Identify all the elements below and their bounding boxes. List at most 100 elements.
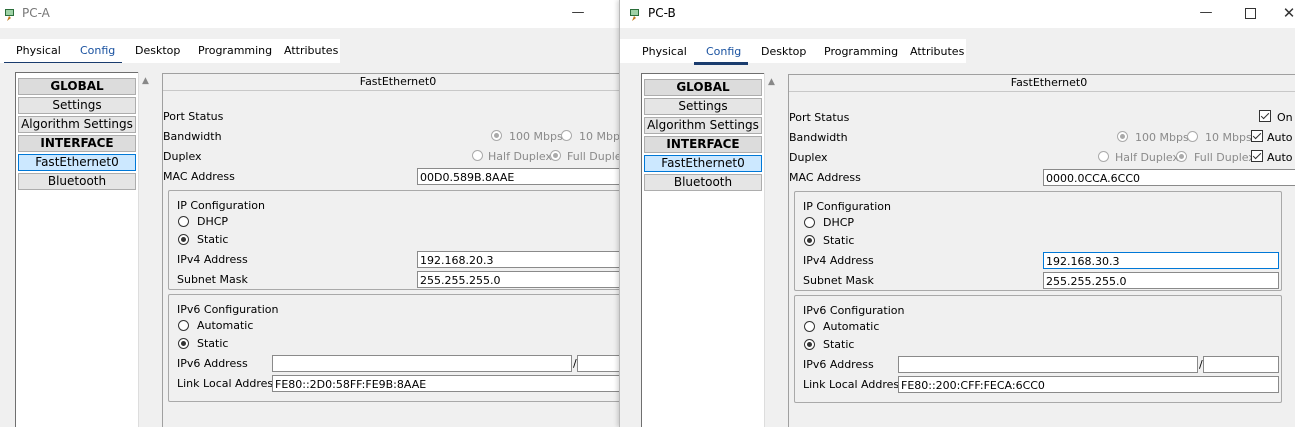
- mac-address-label: MAC Address: [163, 170, 235, 183]
- sidebar: GLOBAL Settings Algorithm Settings INTER…: [641, 73, 765, 427]
- title-bar: PC-B — ✕: [620, 0, 1295, 28]
- subnet-mask-label: Subnet Mask: [803, 274, 874, 287]
- bandwidth-100-radio[interactable]: [1117, 131, 1128, 142]
- ipv4-address-field[interactable]: 192.168.20.3: [417, 251, 619, 268]
- subnet-mask-field[interactable]: 255.255.255.0: [417, 271, 619, 288]
- minimize-button[interactable]: —: [555, 0, 601, 28]
- tab-programming[interactable]: Programming: [818, 40, 904, 64]
- dhcp-radio[interactable]: [178, 216, 189, 227]
- ipv6-static-radio[interactable]: [804, 339, 815, 350]
- tab-programming[interactable]: Programming: [192, 39, 278, 63]
- bandwidth-label: Bandwidth: [163, 130, 222, 143]
- full-duplex-radio[interactable]: [1176, 151, 1187, 162]
- tab-desktop[interactable]: Desktop: [755, 40, 812, 64]
- static-label: Static: [197, 233, 229, 246]
- title-bar: PC-A —: [0, 0, 619, 28]
- dhcp-label: DHCP: [823, 216, 855, 229]
- ipv6-address-field[interactable]: [272, 355, 572, 372]
- half-duplex-label: Half Duplex: [1115, 151, 1180, 164]
- packet-tracer-icon: [630, 9, 639, 21]
- ip-configuration-heading: IP Configuration: [177, 199, 265, 212]
- ipv6-prefix-field[interactable]: [1203, 356, 1279, 373]
- close-button[interactable]: ✕: [1274, 0, 1295, 28]
- tab-attributes[interactable]: Attributes: [904, 40, 970, 64]
- pc-a-window: PC-A — Physical Config Desktop Programmi…: [0, 0, 619, 427]
- bandwidth-10-label: 10 Mbps: [579, 130, 619, 143]
- ipv6-configuration-group: IPv6 Configuration Automatic Static IPv6…: [794, 295, 1282, 403]
- bandwidth-10-label: 10 Mbps: [1205, 131, 1252, 144]
- link-local-address-field[interactable]: FE80::200:CFF:FECA:6CC0: [898, 376, 1279, 393]
- ipv6-address-field[interactable]: [898, 356, 1198, 373]
- duplex-label: Duplex: [789, 151, 828, 164]
- duplex-auto-label: Auto: [1267, 151, 1293, 164]
- full-duplex-radio[interactable]: [550, 150, 561, 161]
- ipv4-address-label: IPv4 Address: [803, 254, 874, 267]
- half-duplex-label: Half Duplex: [488, 150, 553, 163]
- ipv4-address-field[interactable]: 192.168.30.3: [1043, 252, 1279, 269]
- active-tab-underline: [694, 62, 748, 65]
- sidebar-scrollbar[interactable]: ▲: [764, 73, 781, 427]
- ipv6-automatic-radio[interactable]: [178, 320, 189, 331]
- ipv6-configuration-heading: IPv6 Configuration: [177, 303, 279, 316]
- dhcp-label: DHCP: [197, 215, 229, 228]
- sidebar-item-fastethernet0[interactable]: FastEthernet0: [644, 155, 762, 172]
- bandwidth-10-radio[interactable]: [561, 130, 572, 141]
- sidebar-header-interface: INTERFACE: [18, 135, 136, 152]
- tab-config[interactable]: Config: [700, 40, 747, 64]
- active-tab-underline: [4, 62, 122, 63]
- sidebar-item-fastethernet0[interactable]: FastEthernet0: [18, 154, 136, 171]
- tab-physical[interactable]: Physical: [636, 40, 693, 64]
- scroll-up-arrow-icon[interactable]: ▲: [768, 77, 775, 87]
- bandwidth-auto-label: Auto: [1267, 131, 1293, 144]
- scroll-up-arrow-icon[interactable]: ▲: [142, 76, 149, 86]
- ipv6-configuration-heading: IPv6 Configuration: [803, 304, 905, 317]
- bandwidth-auto-checkbox[interactable]: [1251, 130, 1263, 142]
- bandwidth-10-radio[interactable]: [1187, 131, 1198, 142]
- subnet-mask-field[interactable]: 255.255.255.0: [1043, 272, 1279, 289]
- static-radio[interactable]: [178, 234, 189, 245]
- tab-config[interactable]: Config: [74, 39, 121, 63]
- bandwidth-100-radio[interactable]: [491, 130, 502, 141]
- mac-address-label: MAC Address: [789, 171, 861, 184]
- tab-attributes[interactable]: Attributes: [278, 39, 344, 63]
- dhcp-radio[interactable]: [804, 217, 815, 228]
- tab-config-label: Config: [80, 44, 116, 57]
- subnet-mask-label: Subnet Mask: [177, 273, 248, 286]
- link-local-address-field[interactable]: FE80::2D0:58FF:FE9B:8AAE: [272, 375, 619, 392]
- ipv6-automatic-radio[interactable]: [804, 321, 815, 332]
- sidebar-scrollbar[interactable]: ▲: [138, 72, 155, 427]
- sidebar-item-algorithm-settings[interactable]: Algorithm Settings: [18, 116, 136, 133]
- half-duplex-radio[interactable]: [1098, 151, 1109, 162]
- ipv6-automatic-label: Automatic: [823, 320, 880, 333]
- ipv6-automatic-label: Automatic: [197, 319, 254, 332]
- ipv6-static-label: Static: [823, 338, 855, 351]
- tab-desktop[interactable]: Desktop: [129, 39, 186, 63]
- mac-address-field[interactable]: 00D0.589B.8AAE: [417, 168, 619, 185]
- sidebar: GLOBAL Settings Algorithm Settings INTER…: [15, 72, 139, 427]
- maximize-button[interactable]: [1227, 0, 1273, 28]
- link-local-address-label: Link Local Address:: [177, 377, 283, 390]
- sidebar-item-settings[interactable]: Settings: [18, 97, 136, 114]
- link-local-address-label: Link Local Address:: [803, 378, 909, 391]
- interface-panel: FastEthernet0 Port Status Bandwidth 100 …: [162, 73, 619, 427]
- sidebar-header-global: GLOBAL: [644, 79, 762, 96]
- half-duplex-radio[interactable]: [472, 150, 483, 161]
- static-label: Static: [823, 234, 855, 247]
- ipv6-static-radio[interactable]: [178, 338, 189, 349]
- window-title: PC-A: [22, 6, 50, 20]
- static-radio[interactable]: [804, 235, 815, 246]
- ip-configuration-group: IP Configuration DHCP Static IPv4 Addres…: [168, 190, 619, 290]
- sidebar-item-algorithm-settings[interactable]: Algorithm Settings: [644, 117, 762, 134]
- full-duplex-label: Full Duplex: [1194, 151, 1255, 164]
- ipv6-static-label: Static: [197, 337, 229, 350]
- mac-address-field[interactable]: 0000.0CCA.6CC0: [1043, 169, 1295, 186]
- minimize-button[interactable]: —: [1183, 0, 1229, 28]
- sidebar-item-bluetooth[interactable]: Bluetooth: [644, 174, 762, 191]
- port-status-on-checkbox[interactable]: [1259, 110, 1271, 122]
- sidebar-item-settings[interactable]: Settings: [644, 98, 762, 115]
- sidebar-item-bluetooth[interactable]: Bluetooth: [18, 173, 136, 190]
- duplex-auto-checkbox[interactable]: [1251, 150, 1263, 162]
- tab-physical[interactable]: Physical: [10, 39, 67, 63]
- ip-configuration-heading: IP Configuration: [803, 200, 891, 213]
- ipv6-prefix-field[interactable]: [577, 355, 619, 372]
